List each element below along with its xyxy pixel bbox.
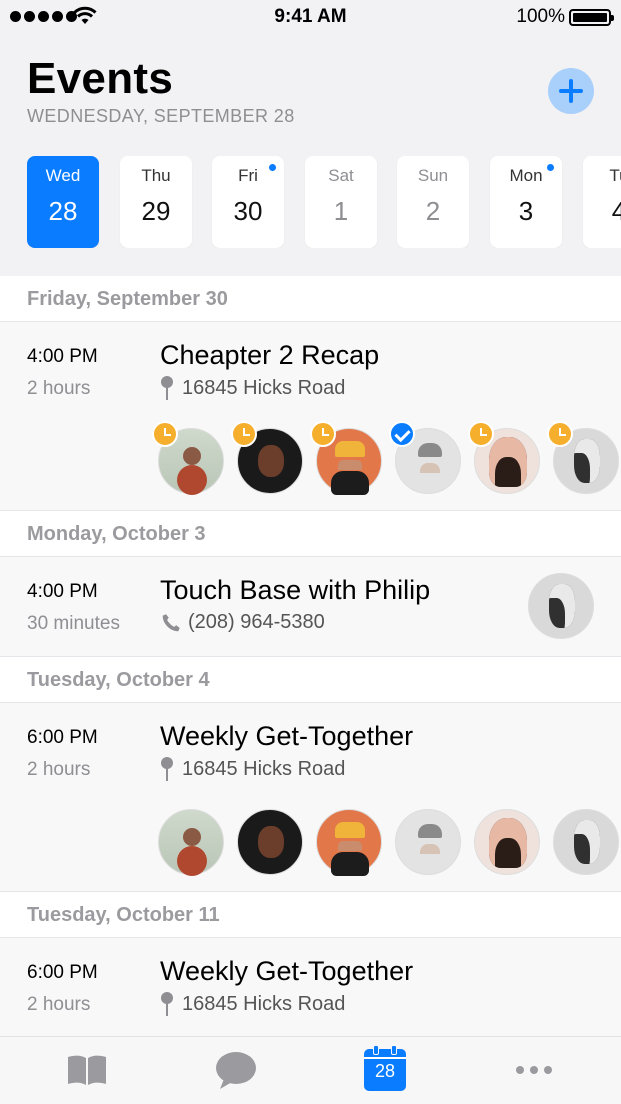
avatar[interactable] [237, 809, 303, 875]
event-title: Cheapter 2 Recap [160, 340, 380, 370]
event-location-text: 16845 Hicks Road [182, 757, 346, 780]
event-duration: 2 hours [27, 759, 91, 780]
clock-icon [310, 421, 336, 447]
event-row[interactable]: 4:00 PM 30 minutes Touch Base with Phili… [0, 557, 621, 657]
more-icon [516, 1066, 552, 1074]
day-number: 3 [518, 196, 534, 226]
event-duration: 2 hours [27, 378, 91, 399]
day-wed[interactable]: Wed 28 [27, 156, 99, 248]
day-number: 2 [425, 196, 441, 226]
day-name: Thu [141, 166, 171, 185]
event-location: 16845 Hicks Road [160, 992, 345, 1016]
tab-calendar-day: 28 [374, 1061, 396, 1081]
phone-icon [162, 613, 180, 631]
day-number: 1 [333, 196, 349, 226]
day-sat[interactable]: Sat 1 [305, 156, 377, 248]
clock-icon [547, 421, 573, 447]
event-phone: (208) 964-5380 [160, 611, 325, 634]
event-time: 6:00 PM [27, 727, 98, 748]
day-number: 4 [611, 196, 621, 226]
day-name: Sun [417, 166, 449, 185]
avatar[interactable] [474, 809, 540, 875]
avatar[interactable] [152, 421, 224, 494]
day-name: Tu [609, 166, 621, 185]
event-duration: 2 hours [27, 994, 91, 1015]
attendee-list [152, 421, 619, 494]
section-header: Monday, October 3 [0, 511, 621, 557]
event-title: Weekly Get-Together [160, 956, 414, 986]
day-sun[interactable]: Sun 2 [397, 156, 469, 248]
map-pin-icon [160, 992, 174, 1016]
tab-library[interactable] [65, 1049, 109, 1091]
event-location: 16845 Hicks Road [160, 376, 345, 400]
section-header: Tuesday, October 4 [0, 657, 621, 703]
day-fri[interactable]: Fri 30 [212, 156, 284, 248]
attendee-list [158, 809, 619, 875]
avatar[interactable] [310, 421, 382, 494]
page-subtitle: WEDNESDAY, SEPTEMBER 28 [27, 106, 295, 126]
map-pin-icon [160, 757, 174, 781]
avatar[interactable] [158, 809, 224, 875]
event-indicator-dot [547, 164, 554, 171]
event-time: 4:00 PM [27, 346, 98, 367]
avatar[interactable] [316, 809, 382, 875]
event-phone-text: (208) 964-5380 [188, 611, 325, 633]
checkmark-icon [389, 421, 415, 447]
battery-icon [569, 9, 614, 26]
day-thu[interactable]: Thu 29 [120, 156, 192, 248]
tab-more[interactable] [512, 1049, 556, 1091]
section-header: Tuesday, October 11 [0, 892, 621, 938]
avatar[interactable] [389, 421, 461, 494]
events-list[interactable]: Friday, September 30 4:00 PM 2 hours Che… [0, 276, 621, 1036]
avatar[interactable] [468, 421, 540, 494]
chat-bubble-icon [216, 1052, 256, 1089]
avatar[interactable] [547, 421, 619, 494]
clock-icon [152, 421, 178, 447]
page-title: Events [27, 54, 174, 103]
add-event-button[interactable] [548, 68, 594, 114]
calendar-icon [364, 1057, 406, 1059]
tab-messages[interactable] [214, 1049, 258, 1091]
event-row[interactable]: 6:00 PM 2 hours Weekly Get-Together 1684… [0, 703, 621, 892]
event-row[interactable]: 4:00 PM 2 hours Cheapter 2 Recap 16845 H… [0, 322, 621, 511]
event-duration: 30 minutes [27, 613, 120, 634]
day-tue[interactable]: Tu 4 [583, 156, 621, 248]
avatar[interactable] [528, 573, 594, 639]
event-row[interactable]: 6:00 PM 2 hours Weekly Get-Together 1684… [0, 938, 621, 1036]
event-location-text: 16845 Hicks Road [182, 376, 346, 399]
day-number: 29 [141, 196, 171, 226]
event-time: 6:00 PM [27, 962, 98, 983]
battery-percent: 100% [516, 6, 565, 27]
event-time: 4:00 PM [27, 581, 98, 602]
map-pin-icon [160, 376, 174, 400]
day-name: Sat [328, 166, 354, 185]
event-title: Touch Base with Philip [160, 575, 431, 605]
day-mon[interactable]: Mon 3 [490, 156, 562, 248]
book-icon [68, 1055, 106, 1085]
tab-bar: 28 [0, 1036, 621, 1104]
day-number: 30 [233, 196, 263, 226]
avatar[interactable] [553, 809, 619, 875]
day-strip[interactable]: Wed 28 Thu 29 Fri 30 Sat 1 Sun 2 Mon 3 T… [27, 156, 621, 248]
status-bar: 9:41 AM 100% [0, 0, 621, 36]
event-location: 16845 Hicks Road [160, 757, 345, 781]
clock-icon [468, 421, 494, 447]
tab-calendar[interactable]: 28 [364, 1045, 406, 1091]
section-header: Friday, September 30 [0, 276, 621, 322]
event-indicator-dot [269, 164, 276, 171]
avatar[interactable] [395, 809, 461, 875]
clock-icon [231, 421, 257, 447]
day-number: 28 [48, 196, 78, 226]
event-location-text: 16845 Hicks Road [182, 992, 346, 1015]
avatar[interactable] [231, 421, 303, 494]
day-name: Wed [45, 166, 81, 185]
event-title: Weekly Get-Together [160, 721, 414, 751]
